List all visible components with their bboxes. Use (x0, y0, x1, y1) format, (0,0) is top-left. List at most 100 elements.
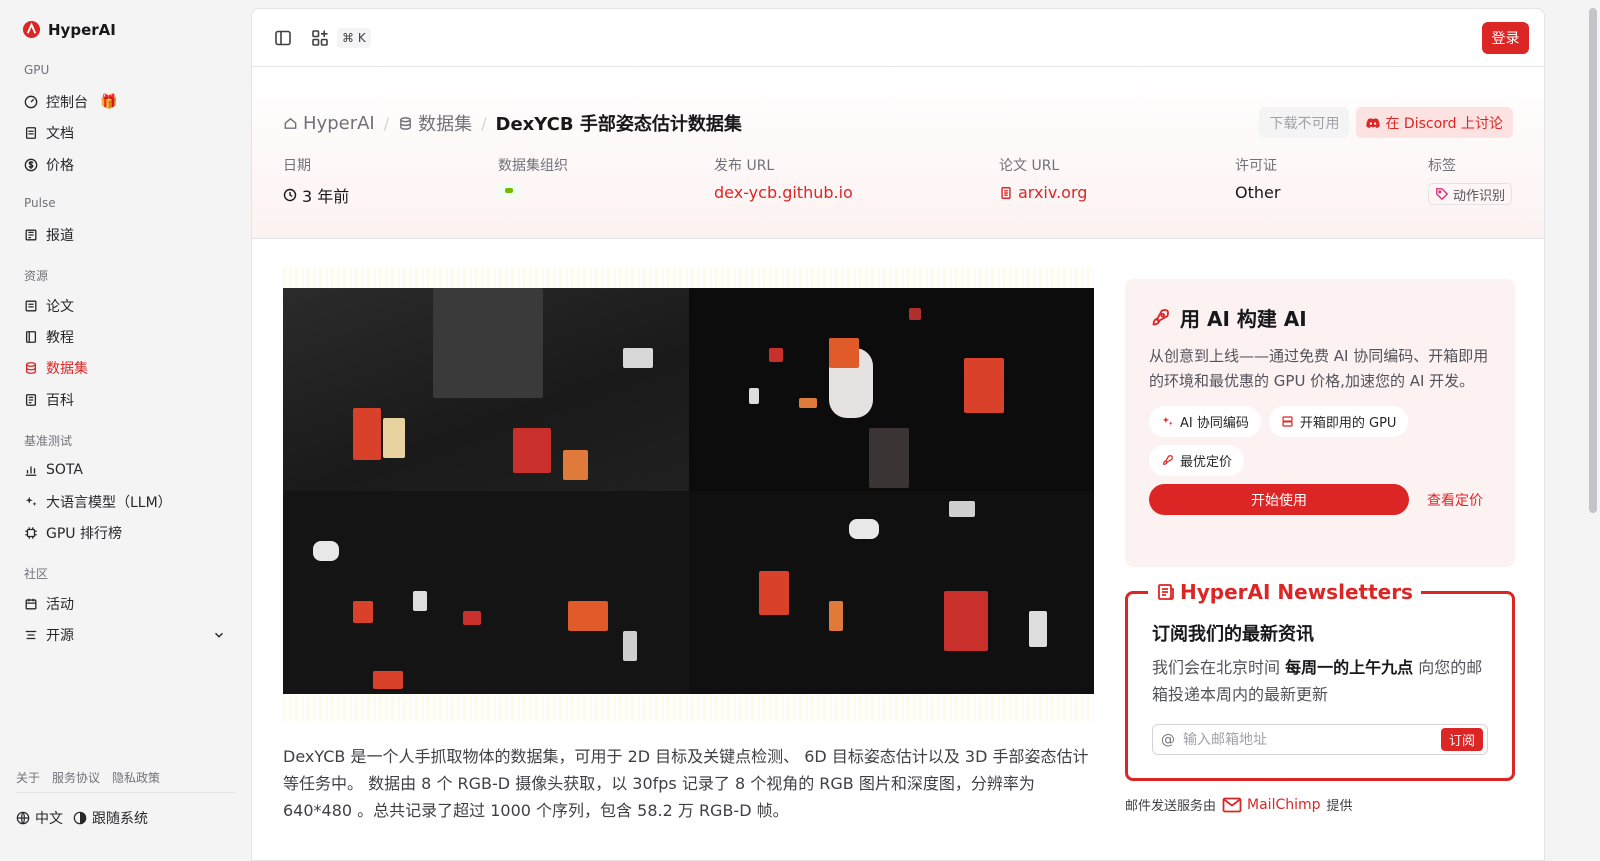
chip-label: 开箱即用的 GPU (1299, 416, 1397, 431)
section-label-resources: 资源 (24, 269, 49, 283)
sparkle-icon (1162, 416, 1173, 426)
sidebar-item-label: 文档 (46, 126, 74, 142)
mailchimp-link[interactable]: MailChimp (1222, 797, 1321, 813)
sidebar-item-gpu-ranking[interactable]: GPU 排行榜 (16, 519, 234, 547)
release-url-link[interactable]: dex-ycb.github.io (714, 183, 853, 202)
login-button[interactable]: 登录 (1482, 22, 1529, 54)
theme-switcher[interactable]: 跟随系统 (73, 808, 148, 828)
sparkle-icon (25, 496, 37, 506)
dollar-icon (24, 158, 38, 172)
globe-icon (16, 811, 30, 825)
sidebar-item-tutorials[interactable]: 教程 (16, 323, 234, 351)
sidebar-item-sota[interactable]: SOTA (16, 456, 234, 484)
ai-card-text: 从创意到上线——通过免费 AI 协同编码、开箱即用的环境和最优惠的 GPU 价格… (1149, 347, 1489, 390)
database-icon (25, 362, 37, 374)
footer-link-terms[interactable]: 服务协议 (52, 769, 100, 786)
view-pricing-link[interactable]: 查看定价 (1427, 490, 1483, 510)
camera-view-4 (688, 491, 1094, 694)
language-label: 中文 (35, 811, 63, 827)
newsletter-text-bold: 每周一的上午九点 (1285, 658, 1414, 677)
download-unavailable-button[interactable]: 下载不可用 (1259, 107, 1350, 138)
meta-org: 数据集组织 (498, 155, 568, 197)
chip-label: 最优定价 (1180, 455, 1233, 470)
sidebar-item-label: 数据集 (46, 361, 88, 377)
discord-icon (1366, 117, 1381, 128)
brand-logo[interactable]: HyperAI (22, 20, 116, 39)
sidebar-item-wiki[interactable]: 百科 (16, 386, 234, 414)
newsletter-text-part: 我们会在北京时间 (1152, 658, 1286, 677)
meta-release-url: 发布 URL dex-ycb.github.io (714, 155, 853, 202)
footer-link-about[interactable]: 关于 (16, 769, 40, 786)
meta-release-label: 发布 URL (714, 158, 775, 174)
license-value: Other (1235, 183, 1281, 202)
hyperai-logo-icon (22, 20, 41, 39)
sidebar-item-label: 开源 (46, 628, 74, 644)
sidebar-item-open-source[interactable]: 开源 (16, 621, 234, 649)
top-bar: ⌘ K 登录 (252, 9, 1544, 67)
discord-discuss-button[interactable]: 在 Discord 上讨论 (1356, 107, 1513, 138)
apps-grid-icon[interactable] (310, 28, 330, 48)
sidebar-toggle-icon[interactable] (273, 28, 293, 48)
sidebar-item-datasets[interactable]: 数据集 (16, 354, 234, 382)
meta-org-label: 数据集组织 (498, 158, 568, 174)
gift-icon: 🎁 (100, 94, 118, 110)
subscribe-button[interactable]: 订阅 (1441, 728, 1483, 751)
sidebar-item-console[interactable]: 控制台 🎁 (16, 88, 234, 116)
breadcrumb-datasets[interactable]: 数据集 (398, 110, 472, 136)
breadcrumb-datasets-label: 数据集 (418, 114, 473, 135)
meta-paper-url: 论文 URL arxiv.org (999, 155, 1087, 202)
command-shortcut[interactable]: ⌘ K (337, 28, 371, 48)
dataset-preview-image (283, 267, 1094, 721)
doc-icon (25, 127, 37, 139)
theme-label: 跟随系统 (92, 811, 148, 827)
meta-license: 许可证 Other (1235, 155, 1280, 202)
credit-text: 提供 (1326, 799, 1353, 814)
page-scrollbar[interactable] (1586, 0, 1600, 861)
sidebar-item-label: 大语言模型（LLM） (46, 495, 172, 511)
sidebar-item-pricing[interactable]: 价格 (16, 151, 234, 179)
mailchimp-label: MailChimp (1247, 796, 1321, 813)
footer-divider (16, 792, 235, 793)
breadcrumb-home[interactable]: HyperAI (283, 113, 375, 134)
section-label-pulse: Pulse (24, 196, 56, 210)
breadcrumb-separator: / (383, 113, 390, 133)
meta-date-label: 日期 (283, 158, 311, 174)
clock-icon (283, 188, 297, 202)
preferences-row: 中文 跟随系统 (16, 808, 148, 828)
dataset-header: HyperAI / 数据集 / DexYCB 手部姿态估计数据集 下载不可用 在… (252, 67, 1544, 239)
chip-ready-gpu: 开箱即用的 GPU (1268, 406, 1409, 437)
tag-icon (1436, 188, 1449, 201)
rocket-icon (1163, 455, 1173, 465)
sidebar: HyperAI GPU 控制台 🎁 文档 价格 Pulse 报道 资源 论文 教… (0, 0, 250, 861)
database-icon (400, 116, 411, 130)
tag-chip[interactable]: 动作识别 (1428, 183, 1513, 205)
sidebar-item-reports[interactable]: 报道 (16, 221, 234, 249)
meta-date-value: 3 年前 (283, 183, 349, 207)
encyclopedia-icon (25, 394, 37, 406)
org-logo-icon[interactable] (498, 183, 520, 197)
sidebar-item-papers[interactable]: 论文 (16, 292, 234, 320)
sidebar-item-docs[interactable]: 文档 (16, 119, 234, 147)
section-label-community: 社区 (24, 567, 49, 581)
paper-url-text: arxiv.org (1018, 183, 1088, 202)
sidebar-item-llm[interactable]: 大语言模型（LLM） (16, 488, 234, 516)
section-label-gpu: GPU (24, 63, 50, 77)
gauge-icon (24, 95, 38, 109)
ai-card-actions: 开始使用 查看定价 (1149, 484, 1491, 515)
footer-link-privacy[interactable]: 隐私政策 (112, 769, 160, 786)
email-input[interactable] (1183, 731, 1441, 748)
list-icon (25, 630, 37, 640)
get-started-button[interactable]: 开始使用 (1149, 484, 1409, 515)
newsletter-text: 我们会在北京时间 每周一的上午九点 向您的邮箱投递本周内的最新更新 (1152, 654, 1488, 708)
sidebar-item-events[interactable]: 活动 (16, 590, 234, 618)
page-title: DexYCB 手部姿态估计数据集 (495, 114, 742, 135)
meta-paper-label: 论文 URL (999, 158, 1060, 174)
scrollbar-thumb[interactable] (1589, 8, 1597, 513)
chevron-down-icon[interactable] (212, 628, 226, 642)
chart-icon (25, 466, 37, 476)
tag-label: 动作识别 (1453, 188, 1506, 204)
paper-url-link[interactable]: arxiv.org (999, 183, 1087, 202)
ai-card-title-text: 用 AI 构建 AI (1180, 307, 1307, 331)
rocket-icon (1152, 308, 1169, 325)
language-switcher[interactable]: 中文 (16, 808, 63, 828)
